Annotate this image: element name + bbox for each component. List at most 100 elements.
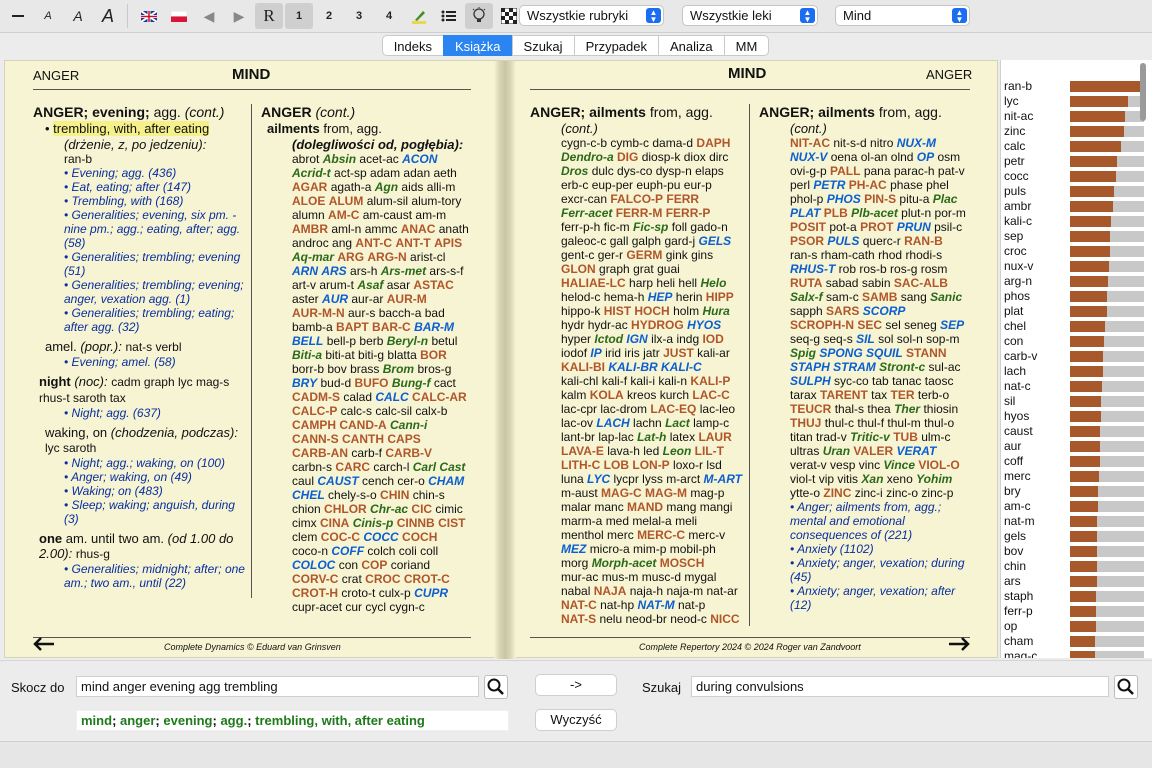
remedy[interactable]: Ars-met [381,264,426,278]
remedy[interactable]: COCC [363,530,398,544]
remedy[interactable]: vinc [859,458,880,472]
remedy[interactable]: art-v [292,278,316,292]
cross-reference-link[interactable]: • Generalities; trembling; evening; ange… [64,278,245,306]
cross-reference-link[interactable]: • Generalities; trembling; eating; after… [64,306,245,334]
remedy[interactable]: LITH-C [561,458,600,472]
go-arrow-button[interactable]: -> [535,674,617,696]
remedy[interactable]: Salx-f [790,290,823,304]
remedy[interactable]: viol-t [790,472,815,486]
remedy[interactable]: nabal [561,584,590,598]
remedy[interactable]: COLOC [292,558,335,572]
remedy[interactable]: CAND-A [339,418,386,432]
sidebar-remedy-name[interactable]: staph [1004,589,1033,604]
remedy[interactable]: COFF [331,544,364,558]
remedy[interactable]: ACON [402,152,437,166]
remedy[interactable]: CORV-C [292,572,338,586]
sidebar-remedy-name[interactable]: ambr [1004,199,1031,214]
remedy[interactable]: FERR-P [666,206,711,220]
remedy[interactable]: CIST [438,516,465,530]
remedy[interactable]: PLB [824,206,848,220]
remedy[interactable]: rhod [878,248,902,262]
remedy[interactable]: acet-ac [359,152,398,166]
remedy[interactable]: zinc-p [921,486,953,500]
remedy[interactable]: betul [431,334,457,348]
tab-5[interactable]: MM [723,34,770,56]
remedy[interactable]: LACH [596,416,629,430]
remedy[interactable]: CADM-S [292,390,340,404]
remedy[interactable]: M-ART [704,472,742,486]
remedy[interactable]: thul-f [857,416,884,430]
remedy[interactable]: nitro [870,136,893,150]
remedy[interactable]: mur-ac [561,570,598,584]
remedy[interactable]: Chr-ac [370,502,408,516]
remedy[interactable]: bamb-a [292,320,333,334]
remedy[interactable]: lycpr [613,472,638,486]
cross-reference-link[interactable]: • Anger; ailments from, agg.; mental and… [790,500,979,542]
remedy[interactable]: lac-leo [700,402,735,416]
remedy[interactable]: thea [867,402,890,416]
remedy[interactable]: CAUST [317,474,358,488]
remedy[interactable]: VALER [853,444,893,458]
sidebar-remedy-name[interactable]: puls [1004,184,1026,199]
remedy[interactable]: tarax [790,388,817,402]
remedy[interactable]: neod-c [670,612,707,626]
remedy[interactable]: seq-g [790,332,820,346]
remedy[interactable]: calc-sil [375,404,412,418]
remedy[interactable]: VIOL-O [918,458,959,472]
highlighter-button[interactable] [405,3,433,29]
remedy[interactable]: arist-cl [410,250,445,264]
remedy[interactable]: lava-h [607,444,640,458]
remedy[interactable]: ALOE [292,194,325,208]
remedy[interactable]: latex [670,430,695,444]
remedy[interactable]: cymb-c [610,136,649,150]
degree-2-button[interactable]: 2 [315,3,343,29]
remedy[interactable]: PLAT [790,206,820,220]
remedy[interactable]: cycl [365,600,386,614]
remedy[interactable]: colch [367,544,395,558]
remedy[interactable]: Beryl-n [387,334,428,348]
jump-to-input[interactable]: mind anger evening agg trembling [76,676,479,697]
remedy[interactable]: ferr-p-h [561,220,600,234]
remedy[interactable]: KOLA [590,388,624,402]
remedy[interactable]: pitu-a [899,192,929,206]
remedy[interactable]: CALC-P [292,404,337,418]
remedy[interactable]: CROT-H [292,586,338,600]
remedy[interactable]: IGN [626,332,647,346]
remedy[interactable]: pot-a [829,220,856,234]
remedy[interactable]: erb-c [561,178,588,192]
tab-3[interactable]: Przypadek [573,34,659,56]
remedy[interactable]: dama-d [652,136,693,150]
remedy[interactable]: CHAM [428,474,464,488]
remedy[interactable]: ultras [790,444,819,458]
remedy[interactable]: POSIT [790,220,826,234]
remedy[interactable]: BOR [420,348,447,362]
degree-4-button[interactable]: 4 [375,3,403,29]
remedy[interactable]: CARC [335,460,370,474]
remedy[interactable]: aur-ar [351,292,383,306]
remedy[interactable]: nat-hp [600,598,634,612]
remedy[interactable]: CROC [365,572,400,586]
remedy[interactable]: trad-v [816,430,847,444]
remedy[interactable]: cer-o [397,474,424,488]
remedy[interactable]: JUST [663,346,694,360]
sidebar-scrollbar[interactable] [1140,63,1146,121]
remedy[interactable]: TEUCR [790,402,831,416]
remedy[interactable]: loxo-r [673,458,703,472]
remedy[interactable]: AUR-M [387,292,427,306]
sidebar-remedy-name[interactable]: petr [1004,154,1025,169]
remedy[interactable]: MAND [627,500,663,514]
remedy[interactable]: foll [672,220,687,234]
jump-search-button[interactable] [484,675,508,699]
remedy[interactable]: aeth [433,166,456,180]
remedy[interactable]: jatr [643,346,660,360]
remedy[interactable]: CUPR [414,586,448,600]
path-segment[interactable]: mind [81,713,112,728]
remedy[interactable]: musc-d [642,570,681,584]
chapter-select[interactable]: Mind ▲ ▼ [835,5,970,26]
remedy[interactable]: carb-f [351,446,382,460]
sidebar-remedy-name[interactable]: croc [1004,244,1027,259]
remedy[interactable]: HYOS [687,318,721,332]
remedy[interactable]: lac-cpr [561,402,597,416]
remedy[interactable]: lsd [706,458,721,472]
remedy[interactable]: CHLOR [324,502,367,516]
